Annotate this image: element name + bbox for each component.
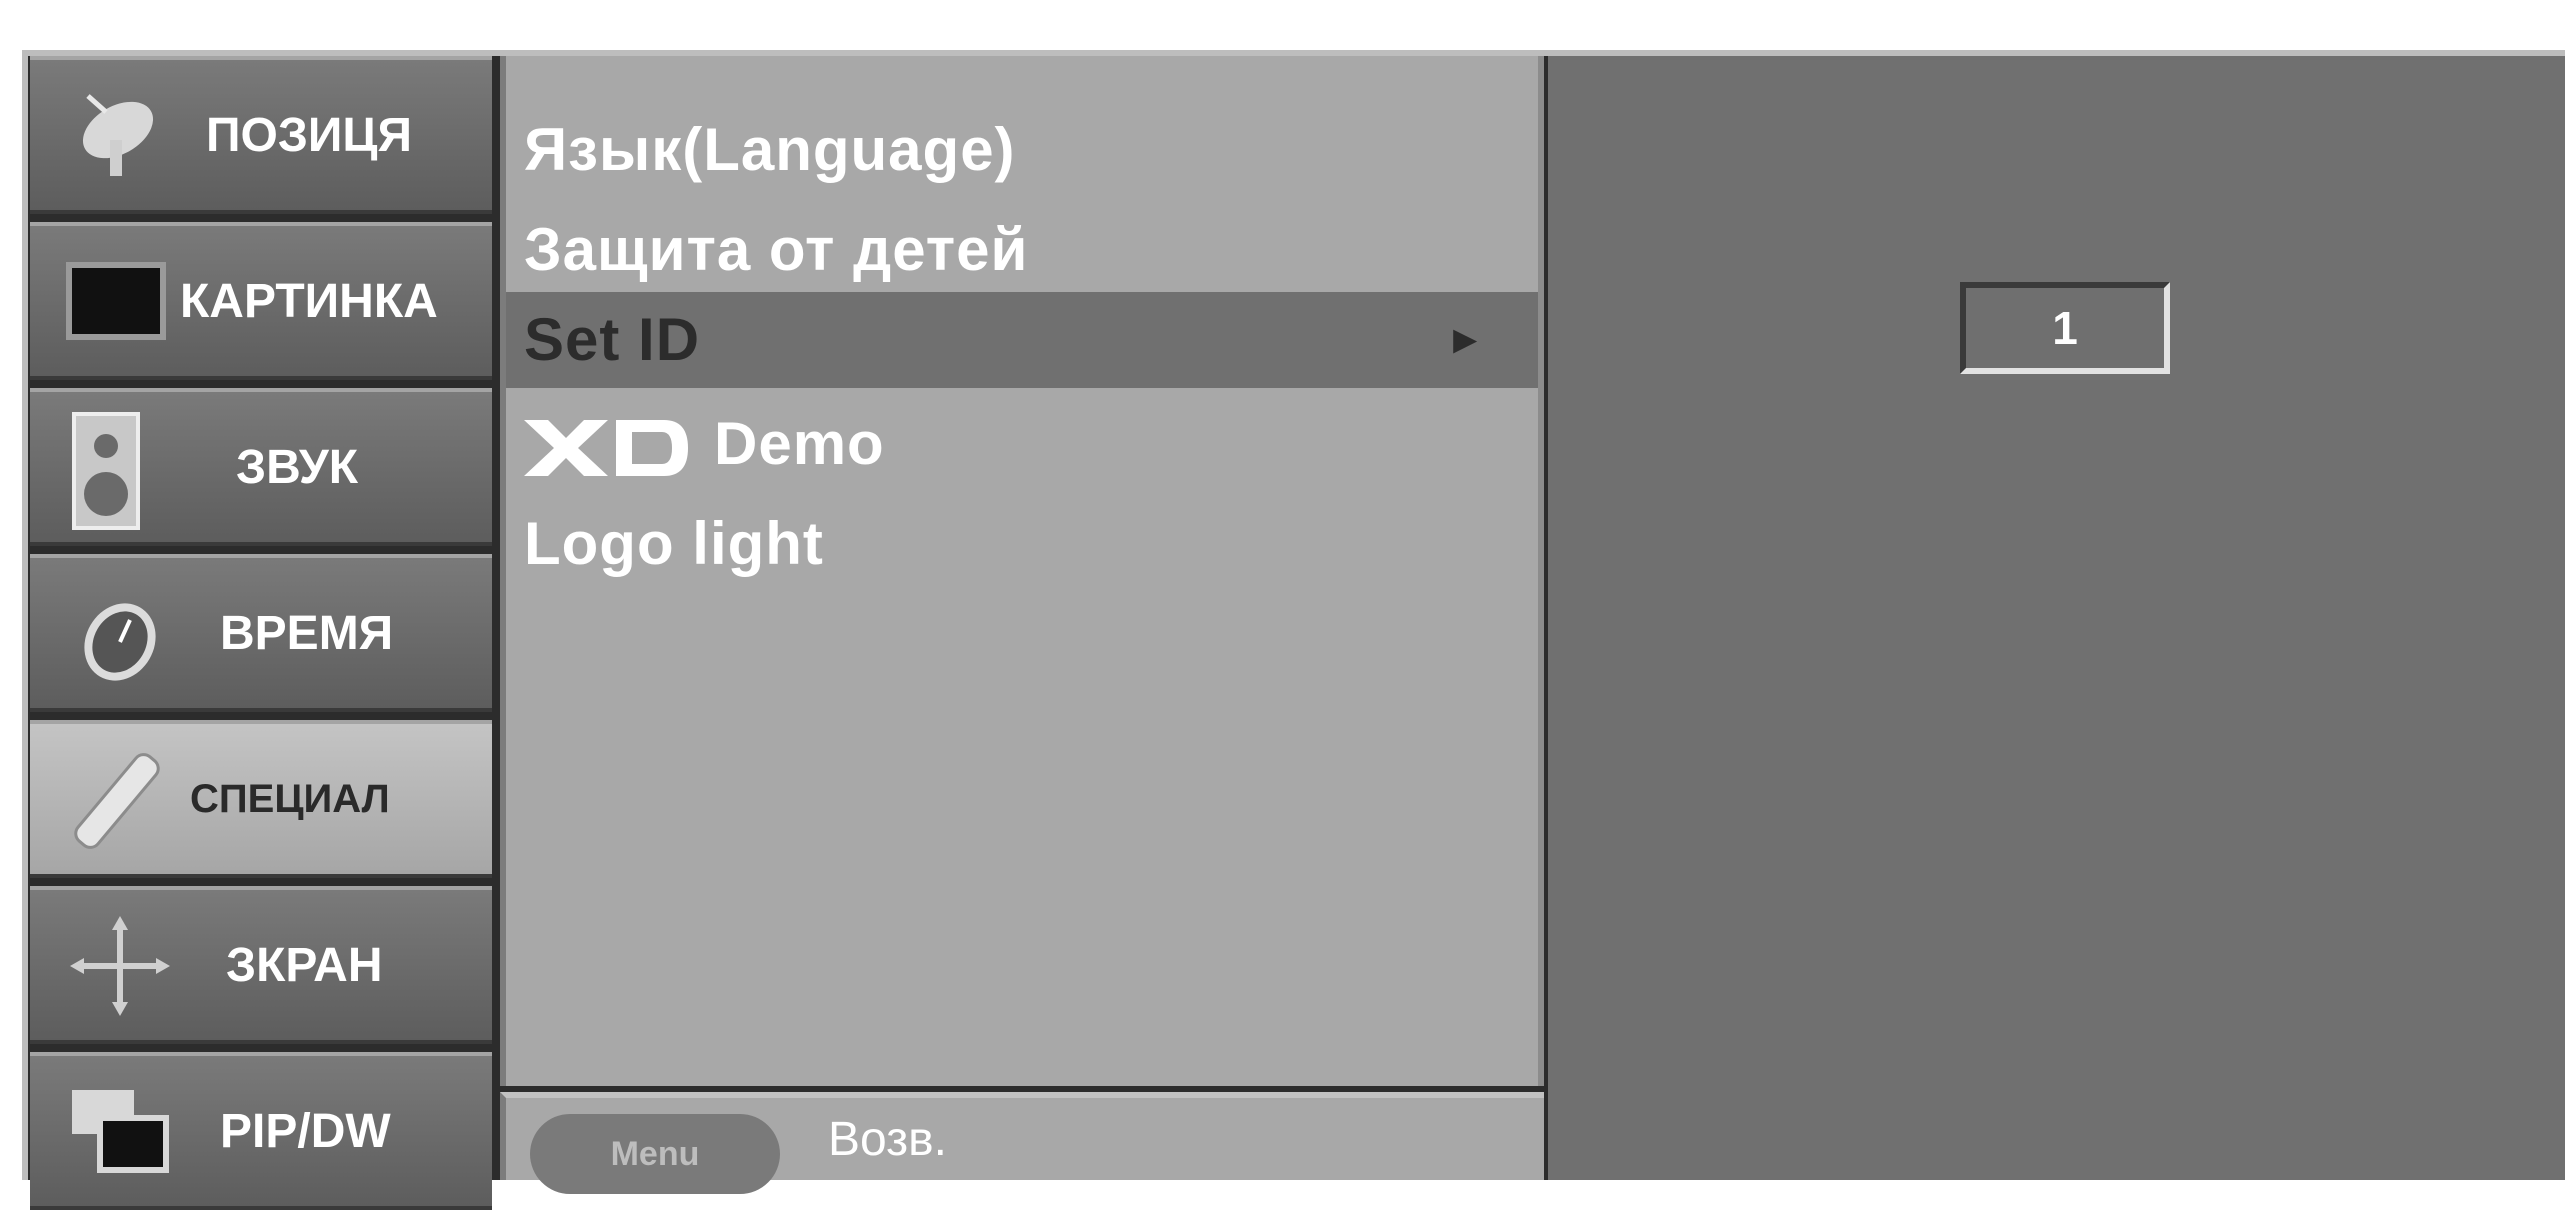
menu-item-label: Язык(Language): [524, 116, 1016, 183]
set-id-panel: 1: [1548, 56, 2565, 1180]
category-sidebar: ПОЗИЦЯ КАРТИНКА ЗВУК ВРЕМЯ СПЕЦИАЛ ЗКРАН…: [30, 56, 492, 1210]
set-id-value-field[interactable]: 1: [1960, 282, 2170, 374]
clock-icon: [84, 603, 156, 681]
option-menu: Язык(Language) Защита от детей Set ID ► …: [500, 56, 1544, 1086]
submenu-arrow-icon: ►: [1445, 318, 1486, 362]
return-label: Возв.: [828, 1113, 948, 1166]
menu-item-label: Set ID: [524, 306, 701, 373]
remote-control-icon: [74, 753, 160, 849]
sidebar-item-position[interactable]: ПОЗИЦЯ: [30, 56, 492, 214]
menu-item-language[interactable]: Язык(Language): [524, 102, 1016, 198]
picture-monitor-icon: [66, 262, 166, 340]
menu-button[interactable]: Menu: [530, 1114, 780, 1194]
menu-item-label: Logo light: [524, 510, 824, 577]
satellite-dish-icon: [82, 94, 154, 176]
sidebar-item-time[interactable]: ВРЕМЯ: [30, 554, 492, 712]
menu-item-logo-light[interactable]: Logo light: [524, 496, 824, 592]
menu-item-set-id[interactable]: Set ID ►: [506, 292, 1538, 388]
sidebar-item-picture[interactable]: КАРТИНКА: [30, 222, 492, 380]
menu-item-label: Защита от детей: [524, 216, 1029, 283]
menu-item-label: Demo: [714, 410, 885, 477]
sidebar-item-pip[interactable]: PIP/DW: [30, 1052, 492, 1210]
menu-item-child-lock[interactable]: Защита от детей: [524, 202, 1028, 298]
pip-icon: [72, 1090, 169, 1173]
menu-hint-bar: Menu Возв.: [500, 1092, 1544, 1194]
sidebar-item-screen[interactable]: ЗКРАН: [30, 886, 492, 1044]
xd-logo-icon: [524, 420, 688, 477]
sidebar-item-special[interactable]: СПЕЦИАЛ: [30, 720, 492, 878]
speaker-icon: [72, 412, 140, 530]
screen-arrows-icon: [70, 916, 170, 1016]
sidebar-item-sound[interactable]: ЗВУК: [30, 388, 492, 546]
menu-item-xd-demo[interactable]: Demo: [524, 396, 885, 492]
